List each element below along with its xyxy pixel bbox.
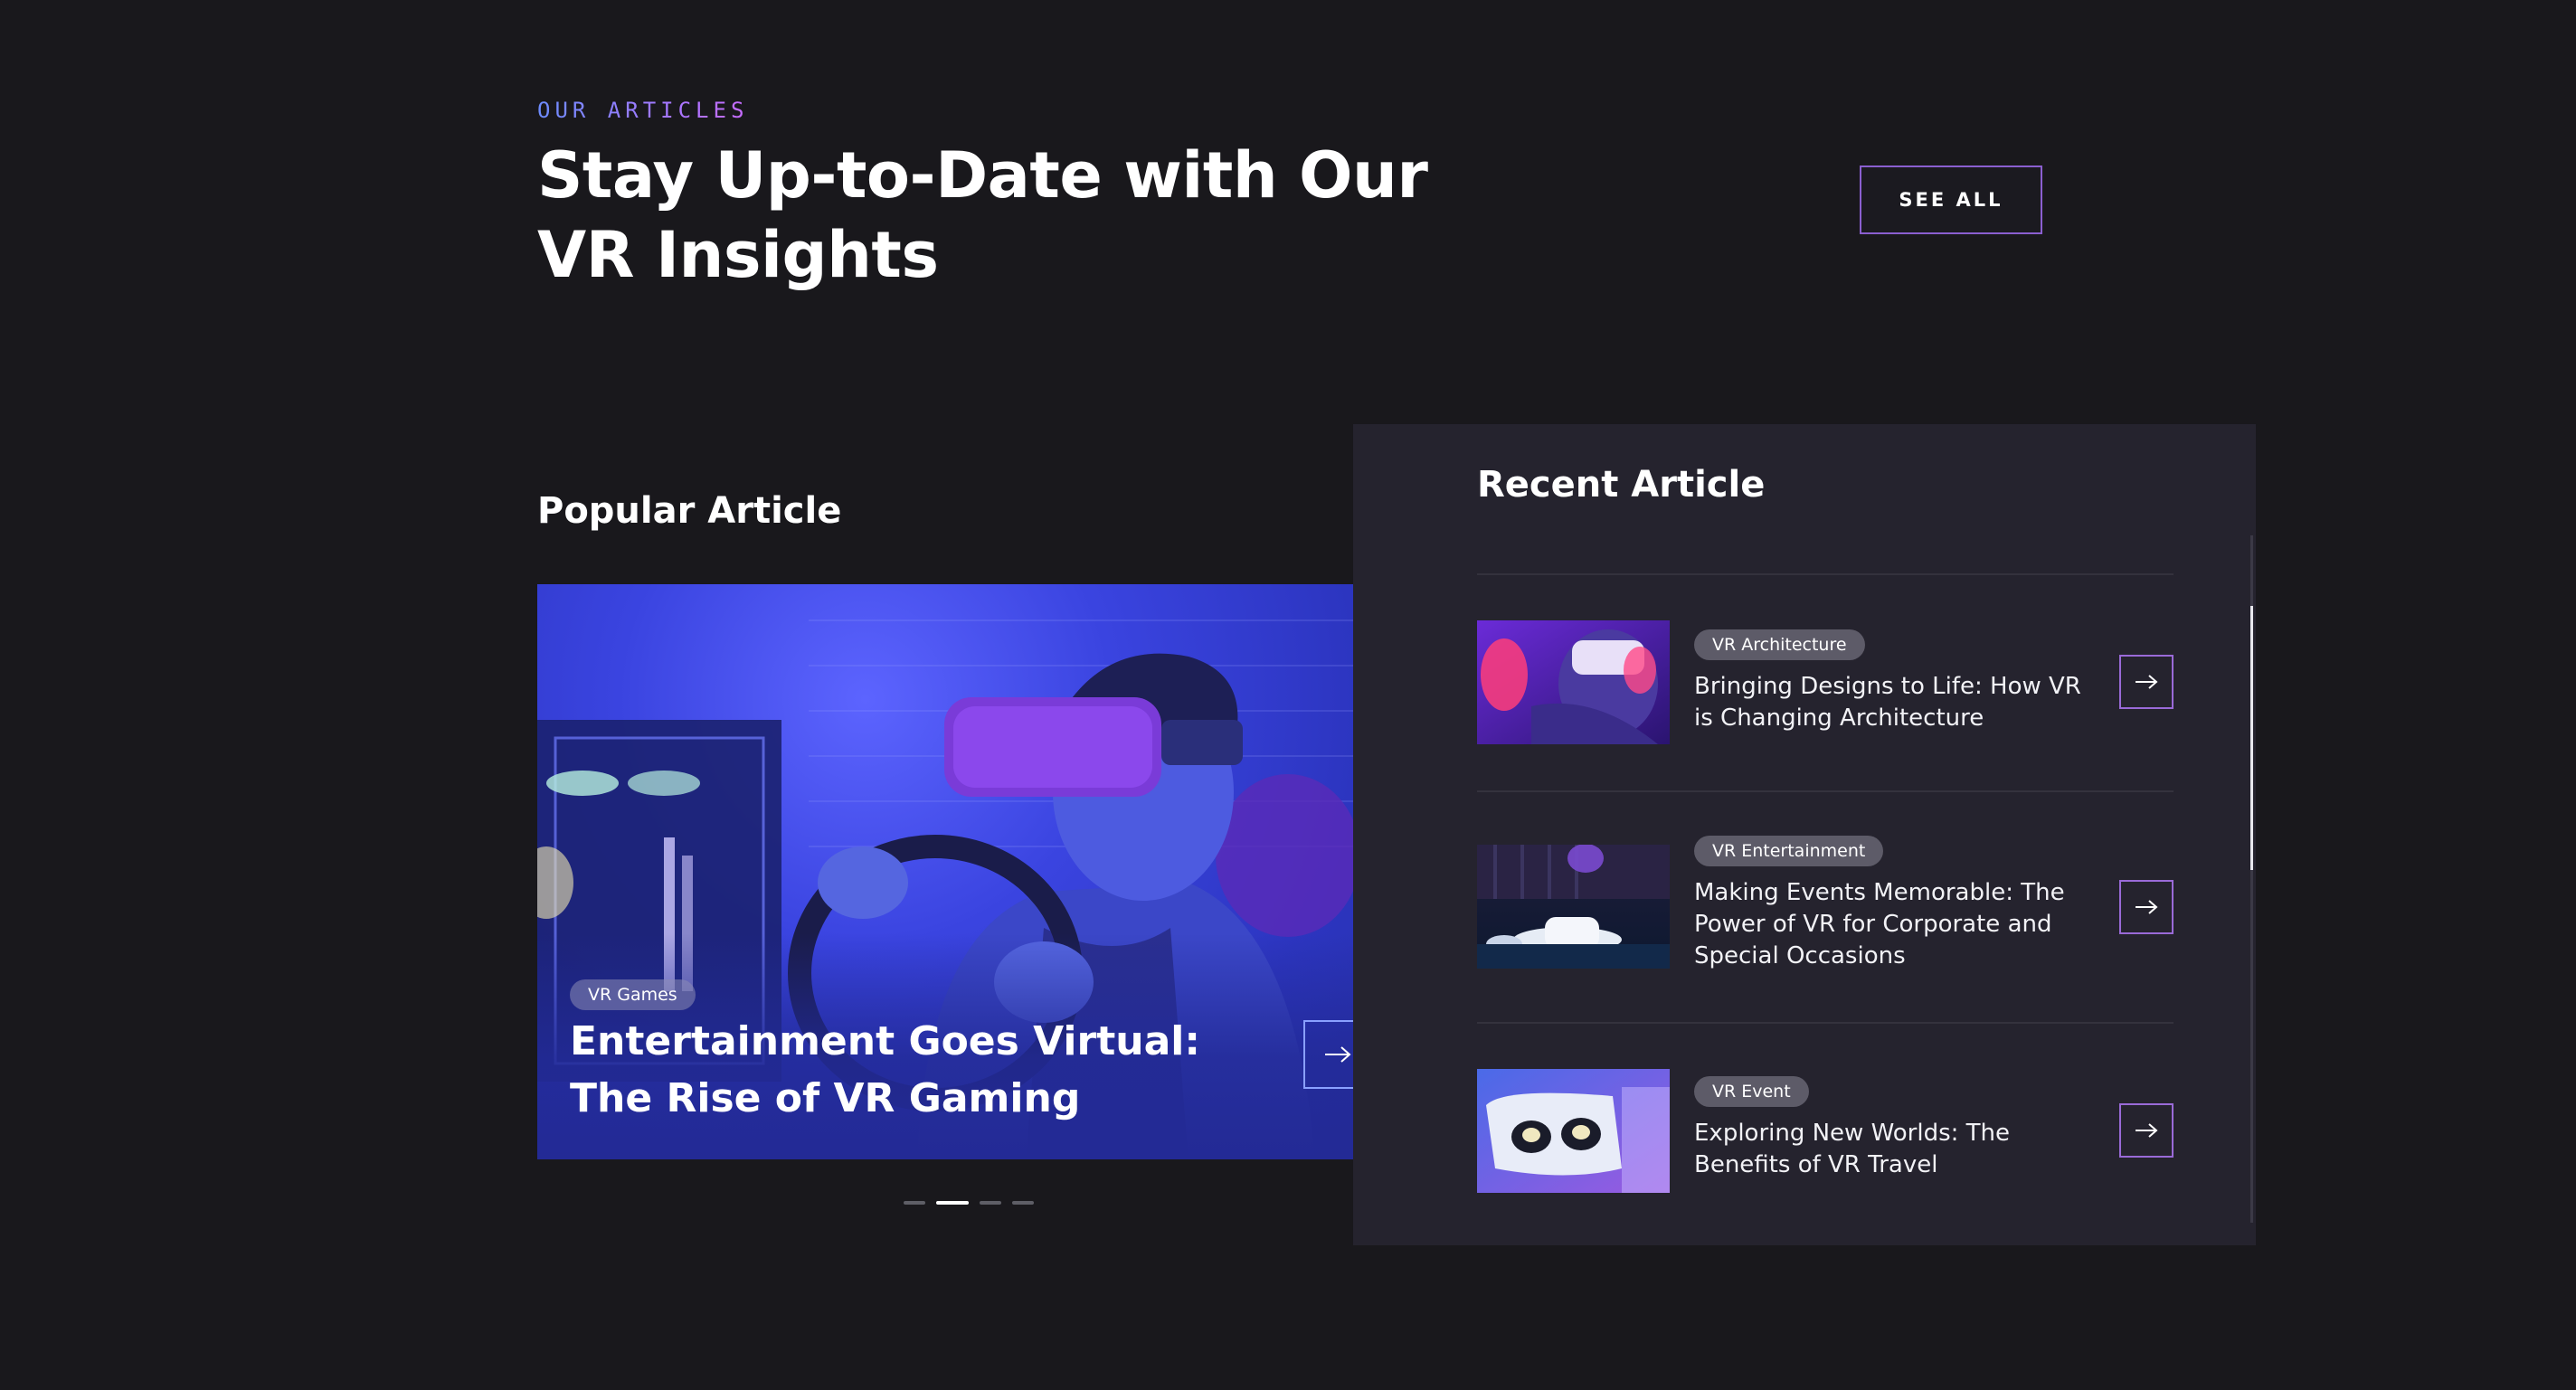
- carousel-dot[interactable]: [904, 1201, 925, 1205]
- article-thumbnail[interactable]: [1477, 845, 1670, 969]
- recent-article-heading: Recent Article: [1477, 464, 1766, 506]
- article-open-button[interactable]: [2119, 1103, 2174, 1158]
- page-title: Stay Up-to-Date with Our VR Insights: [537, 138, 1428, 292]
- recent-article-item[interactable]: VR Entertainment Making Events Memorable…: [1477, 836, 2174, 972]
- popular-article-card[interactable]: VR Games Entertainment Goes Virtual: The…: [537, 584, 1400, 1159]
- scrollbar-thumb[interactable]: [2250, 606, 2253, 870]
- popular-article-heading: Popular Article: [537, 490, 842, 532]
- article-category-tag: VR Entertainment: [1694, 836, 1884, 866]
- article-thumbnail[interactable]: [1477, 1069, 1670, 1193]
- articles-eyebrow: OUR ARTICLES: [537, 98, 749, 123]
- arrow-right-icon: [2136, 900, 2158, 914]
- divider: [1477, 790, 2174, 792]
- carousel-dots: [904, 1201, 1034, 1205]
- carousel-dot-active[interactable]: [936, 1201, 969, 1205]
- article-thumbnail[interactable]: [1477, 620, 1670, 744]
- card-category-tag: VR Games: [570, 979, 696, 1010]
- divider: [1477, 573, 2174, 575]
- divider: [1477, 1022, 2174, 1024]
- article-open-button[interactable]: [2119, 880, 2174, 934]
- recent-article-item[interactable]: VR Architecture Bringing Designs to Life…: [1477, 620, 2174, 744]
- card-title[interactable]: Entertainment Goes Virtual: The Rise of …: [570, 1013, 1257, 1127]
- article-title[interactable]: Making Events Memorable: The Power of VR…: [1694, 877, 2101, 972]
- arrow-right-icon: [2136, 1123, 2158, 1138]
- article-title[interactable]: Bringing Designs to Life: How VR is Chan…: [1694, 671, 2101, 734]
- article-open-button[interactable]: [2119, 655, 2174, 709]
- article-category-tag: VR Event: [1694, 1076, 1809, 1107]
- carousel-dot[interactable]: [980, 1201, 1001, 1205]
- carousel-dot[interactable]: [1012, 1201, 1034, 1205]
- arrow-right-icon: [1325, 1046, 1351, 1063]
- article-title[interactable]: Exploring New Worlds: The Benefits of VR…: [1694, 1118, 2101, 1181]
- recent-article-item[interactable]: VR Event Exploring New Worlds: The Benef…: [1477, 1069, 2174, 1193]
- see-all-button[interactable]: SEE ALL: [1860, 165, 2042, 234]
- arrow-right-icon: [2136, 675, 2158, 689]
- article-category-tag: VR Architecture: [1694, 629, 1865, 660]
